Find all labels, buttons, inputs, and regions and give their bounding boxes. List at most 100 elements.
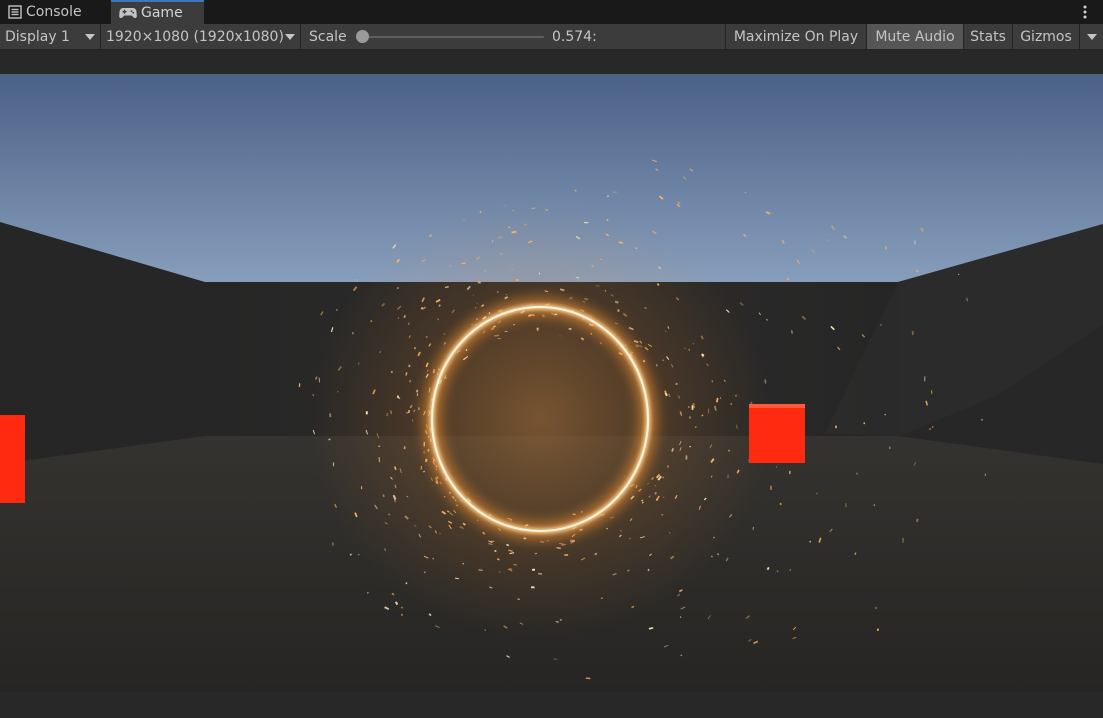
spark-particle [405, 582, 408, 585]
spark-particle [461, 262, 466, 265]
spark-particle [775, 465, 778, 468]
spark-particle [957, 273, 960, 276]
spark-particle [715, 397, 719, 403]
scale-value: 0.574: [547, 24, 607, 49]
spark-particle [496, 558, 500, 561]
spark-particle [531, 207, 536, 210]
spark-particle [779, 502, 782, 506]
spark-particle [435, 477, 438, 482]
spark-particle [569, 297, 573, 300]
spark-particle [656, 283, 660, 286]
spark-particle [423, 571, 426, 574]
spark-particle [606, 527, 608, 530]
spark-particle [443, 495, 446, 498]
scale-label-text: Scale [309, 28, 347, 45]
game-view-toolbar: Display 1 1920×1080 (1920x1080) Scale 0.… [0, 24, 1103, 50]
spark-particle [555, 621, 559, 623]
spark-particle [438, 304, 441, 307]
spark-particle [664, 390, 667, 393]
display-dropdown[interactable]: Display 1 [0, 24, 100, 49]
spark-particle [614, 322, 619, 325]
spark-particle [425, 335, 428, 338]
spark-particle [701, 353, 705, 357]
spark-particle [356, 278, 358, 281]
mute-audio-button[interactable]: Mute Audio [867, 24, 963, 49]
spark-particle [692, 402, 696, 409]
spark-particle [391, 592, 395, 596]
spark-particle [688, 348, 690, 351]
spark-particle [736, 424, 738, 429]
spark-particle [863, 422, 866, 425]
scale-slider-thumb[interactable] [356, 30, 369, 43]
scale-label: Scale [304, 24, 354, 49]
spark-particle [553, 658, 557, 660]
spark-particle [618, 241, 624, 245]
spark-particle [707, 408, 710, 414]
spark-particle [655, 363, 658, 367]
spark-particle [591, 264, 594, 268]
spark-particle [744, 191, 747, 194]
tab-game-label: Game [141, 5, 183, 21]
display-dropdown-label: Display 1 [5, 28, 70, 45]
tab-game[interactable]: Game [111, 0, 204, 24]
spark-particle [415, 389, 419, 393]
gamepad-icon [119, 8, 137, 18]
spark-particle [474, 306, 477, 309]
stats-label: Stats [970, 28, 1006, 45]
spark-particle [428, 613, 432, 617]
spark-particle [590, 332, 593, 335]
spark-particle [499, 253, 504, 255]
spark-particle [713, 536, 716, 539]
spark-particle [931, 390, 933, 394]
spark-particle [594, 552, 598, 556]
spark-particle [916, 518, 919, 522]
spark-particle [382, 494, 385, 498]
spark-particle [834, 425, 838, 429]
spark-particle [437, 318, 440, 321]
spark-particle [400, 606, 404, 609]
spark-particle [627, 569, 630, 572]
stats-button[interactable]: Stats [964, 24, 1012, 49]
gizmos-dropdown[interactable] [1080, 24, 1103, 49]
spark-particle [766, 566, 770, 571]
spark-particle [687, 405, 690, 409]
resolution-dropdown-label: 1920×1080 (1920x1080) [106, 28, 284, 45]
spark-particle [710, 475, 713, 478]
spark-particle [648, 627, 654, 630]
spark-particle [661, 476, 665, 479]
viewport-letterbox-top [0, 50, 1103, 74]
game-scene [0, 74, 1103, 692]
resolution-dropdown[interactable]: 1920×1080 (1920x1080) [101, 24, 300, 49]
mute-audio-label: Mute Audio [875, 28, 955, 45]
spark-particle [711, 380, 714, 383]
spark-particle [370, 319, 373, 323]
spark-particle [390, 370, 393, 374]
spark-particle [456, 504, 459, 507]
chevron-down-icon [85, 33, 95, 40]
spark-particle [671, 448, 674, 452]
kebab-menu-icon[interactable] [1075, 2, 1095, 22]
spark-particle [511, 230, 517, 234]
spark-particle [506, 543, 510, 547]
scale-slider-track[interactable] [360, 36, 544, 38]
spark-particle [734, 394, 738, 397]
spark-particle [545, 208, 549, 212]
spark-particle [556, 547, 561, 549]
spark-particle [400, 613, 403, 617]
spark-particle [791, 330, 793, 334]
spark-particle [509, 567, 513, 571]
spark-particle [390, 410, 392, 414]
tab-console[interactable]: Console [0, 0, 108, 24]
chevron-down-icon [1086, 33, 1097, 40]
spark-particle [335, 309, 338, 311]
spark-particle [584, 297, 589, 301]
spark-particle [435, 480, 439, 485]
game-viewport[interactable] [0, 74, 1103, 692]
red-cube-right-top [749, 404, 805, 408]
spark-particle [393, 466, 397, 471]
spark-particle [494, 334, 500, 337]
spark-particle [394, 484, 397, 489]
gizmos-button[interactable]: Gizmos [1013, 24, 1079, 49]
maximize-on-play-button[interactable]: Maximize On Play [726, 24, 866, 49]
spark-particle [684, 347, 686, 349]
